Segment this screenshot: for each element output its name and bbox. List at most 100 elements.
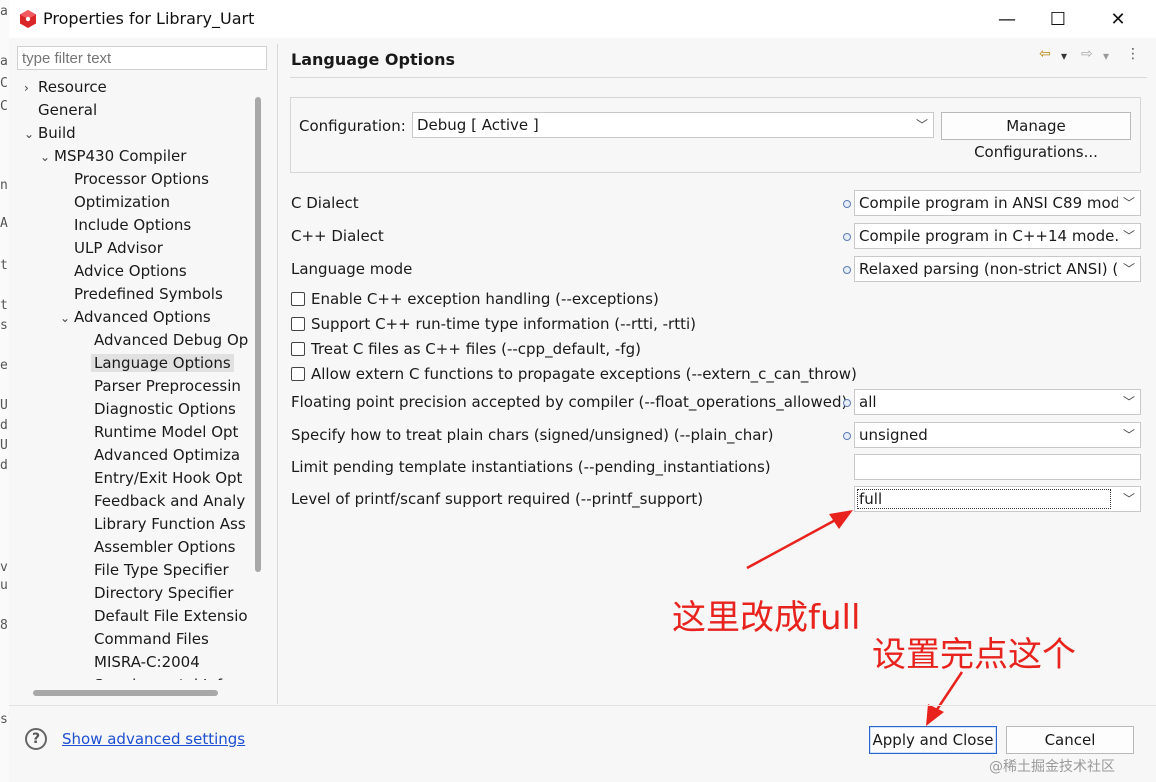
option-label: Limit pending template instantiations (-… bbox=[291, 458, 771, 476]
expand-toggle-icon[interactable]: ⌄ bbox=[24, 123, 38, 145]
tree-item[interactable]: ⌄ Build bbox=[24, 122, 76, 144]
checkbox-option[interactable]: Treat C files as C++ files (--cpp_defaul… bbox=[291, 338, 641, 360]
cancel-button[interactable]: Cancel bbox=[1006, 726, 1134, 754]
tree-item-label: General bbox=[38, 101, 98, 119]
tree-item-label: Library Function Ass bbox=[94, 515, 246, 533]
ccs-app-icon bbox=[20, 10, 36, 28]
properties-dialog: Properties for Library_Uart — ☐ ✕ ›Resou… bbox=[9, 0, 1156, 782]
info-icon bbox=[843, 233, 851, 241]
option-label: Specify how to treat plain chars (signed… bbox=[291, 426, 774, 444]
setting-select[interactable]: Compile program in ANSI C89 mode ﹀ bbox=[854, 190, 1141, 216]
tree-item[interactable]: ⌄ MSP430 Compiler bbox=[40, 145, 186, 167]
apply-and-close-button[interactable]: Apply and Close bbox=[869, 726, 997, 754]
forward-history-chevron-down-icon[interactable]: ▾ bbox=[1103, 49, 1109, 69]
info-icon bbox=[843, 200, 851, 208]
tree-item[interactable]: Language Options bbox=[80, 352, 234, 374]
tree-item-label: Supplemental Inform bbox=[94, 676, 252, 680]
option-select[interactable]: unsigned ﹀ bbox=[854, 422, 1141, 448]
property-page-tree: › Resource General ⌄ Build ⌄ MSP430 Compiler Pr… bbox=[9, 75, 257, 680]
maximize-button[interactable]: ☐ bbox=[1030, 0, 1086, 38]
tree-item[interactable]: Default File Extensio bbox=[80, 605, 248, 627]
setting-select[interactable]: Relaxed parsing (non-strict ANSI) (-- ﹀ bbox=[854, 256, 1141, 282]
option-select-value: all bbox=[859, 393, 877, 411]
tree-item[interactable]: File Type Specifier bbox=[80, 559, 229, 581]
tree-vertical-scrollbar[interactable] bbox=[255, 97, 261, 572]
setting-select[interactable]: Compile program in C++14 mode. ( ﹀ bbox=[854, 223, 1141, 249]
expand-toggle-icon[interactable]: ⌄ bbox=[60, 307, 74, 329]
tree-item-label: Advanced Optimiza bbox=[94, 446, 241, 464]
tree-item[interactable]: Supplemental Inform bbox=[80, 674, 252, 680]
forward-arrow-icon[interactable]: ⇨ bbox=[1081, 46, 1093, 66]
tree-item[interactable]: Processor Options bbox=[60, 168, 209, 190]
tree-item[interactable]: Assembler Options bbox=[80, 536, 235, 558]
tree-item[interactable]: Include Options bbox=[60, 214, 191, 236]
checkbox-option[interactable]: Support C++ run-time type information (-… bbox=[291, 313, 696, 335]
checkbox[interactable] bbox=[291, 317, 305, 331]
back-history-chevron-down-icon[interactable]: ▾ bbox=[1061, 49, 1067, 69]
tree-item[interactable]: Parser Preprocessin bbox=[80, 375, 241, 397]
minimize-icon: — bbox=[998, 8, 1016, 30]
configuration-select[interactable]: Debug [ Active ] ﹀ bbox=[412, 112, 934, 138]
pending-instantiations-field[interactable] bbox=[854, 454, 1141, 480]
option-select-value: unsigned bbox=[859, 426, 928, 444]
minimize-button[interactable]: — bbox=[979, 0, 1035, 38]
view-menu-icon[interactable]: ⋮ bbox=[1126, 46, 1140, 66]
tree-item[interactable]: ULP Advisor bbox=[60, 237, 163, 259]
checkbox-option[interactable]: Allow extern C functions to propagate ex… bbox=[291, 363, 857, 385]
tree-item[interactable]: Library Function Ass bbox=[80, 513, 246, 535]
manage-configurations-button[interactable]: Manage Configurations... bbox=[941, 112, 1131, 161]
option-select-value: full bbox=[855, 487, 1113, 511]
setting-label: C Dialect bbox=[291, 194, 359, 212]
close-window-button[interactable]: ✕ bbox=[1090, 0, 1146, 38]
back-arrow-icon[interactable]: ⇦ bbox=[1039, 46, 1051, 66]
checkbox[interactable] bbox=[291, 342, 305, 356]
tree-item[interactable]: Runtime Model Opt bbox=[80, 421, 238, 443]
tree-item[interactable]: Entry/Exit Hook Opt bbox=[80, 467, 242, 489]
setting-label: Language mode bbox=[291, 260, 413, 278]
expand-toggle-icon[interactable]: ⌄ bbox=[40, 146, 54, 168]
panel-splitter[interactable] bbox=[277, 44, 278, 704]
tree-item-label: Feedback and Analy bbox=[94, 492, 246, 510]
tree-item[interactable]: Feedback and Analy bbox=[80, 490, 245, 512]
annotation-arrow-to-printf bbox=[746, 510, 853, 570]
tree-item-label: Processor Options bbox=[74, 170, 209, 188]
show-advanced-settings-link[interactable]: Show advanced settings bbox=[62, 730, 245, 748]
tree-horizontal-scrollbar[interactable] bbox=[33, 690, 218, 696]
tree-item-label: Advanced Options bbox=[74, 308, 211, 326]
setting-select-value: Relaxed parsing (non-strict ANSI) (-- bbox=[859, 260, 1130, 278]
checkbox-option[interactable]: Enable C++ exception handling (--excepti… bbox=[291, 288, 659, 310]
expand-toggle-icon[interactable]: › bbox=[24, 77, 38, 99]
tree-item[interactable]: Optimization bbox=[60, 191, 170, 213]
tree-item[interactable]: Advice Options bbox=[60, 260, 187, 282]
help-icon[interactable]: ? bbox=[25, 728, 47, 750]
tree-item-label: MISRA-C:2004 bbox=[94, 653, 200, 671]
page-title: Language Options bbox=[291, 50, 455, 69]
tree-item[interactable]: MISRA-C:2004 bbox=[80, 651, 200, 673]
chevron-down-icon: ﹀ bbox=[1118, 487, 1140, 511]
tree-item[interactable]: › Resource bbox=[24, 76, 107, 98]
tree-item-label: Assembler Options bbox=[94, 538, 236, 556]
tree-item[interactable]: Advanced Debug Op bbox=[80, 329, 248, 351]
tree-item[interactable]: Directory Specifier bbox=[80, 582, 233, 604]
tree-item[interactable]: Command Files bbox=[80, 628, 209, 650]
tree-item-label: Diagnostic Options bbox=[94, 400, 236, 418]
checkbox[interactable] bbox=[291, 292, 305, 306]
tree-item[interactable]: Predefined Symbols bbox=[60, 283, 223, 305]
setting-select-value: Compile program in C++14 mode. ( bbox=[859, 227, 1130, 245]
tree-item-label: Optimization bbox=[74, 193, 170, 211]
checkbox-label: Support C++ run-time type information (-… bbox=[311, 315, 696, 333]
tree-item-label: Predefined Symbols bbox=[74, 285, 223, 303]
background-editor-glyph: t bbox=[0, 298, 8, 313]
checkbox[interactable] bbox=[291, 367, 305, 381]
tree-item[interactable]: ⌄ Advanced Options bbox=[60, 306, 211, 328]
checkbox-label: Enable C++ exception handling (--excepti… bbox=[311, 290, 659, 308]
tree-item[interactable]: Advanced Optimiza bbox=[80, 444, 240, 466]
background-editor-glyph: t bbox=[0, 258, 8, 273]
tree-item[interactable]: General bbox=[24, 99, 97, 121]
tree-item[interactable]: Diagnostic Options bbox=[80, 398, 236, 420]
filter-input[interactable] bbox=[17, 46, 267, 70]
background-editor-glyph: n bbox=[0, 178, 8, 193]
option-label: Level of printf/scanf support required (… bbox=[291, 490, 704, 508]
option-select[interactable]: full ﹀ bbox=[854, 486, 1141, 512]
option-select[interactable]: all ﹀ bbox=[854, 389, 1141, 415]
